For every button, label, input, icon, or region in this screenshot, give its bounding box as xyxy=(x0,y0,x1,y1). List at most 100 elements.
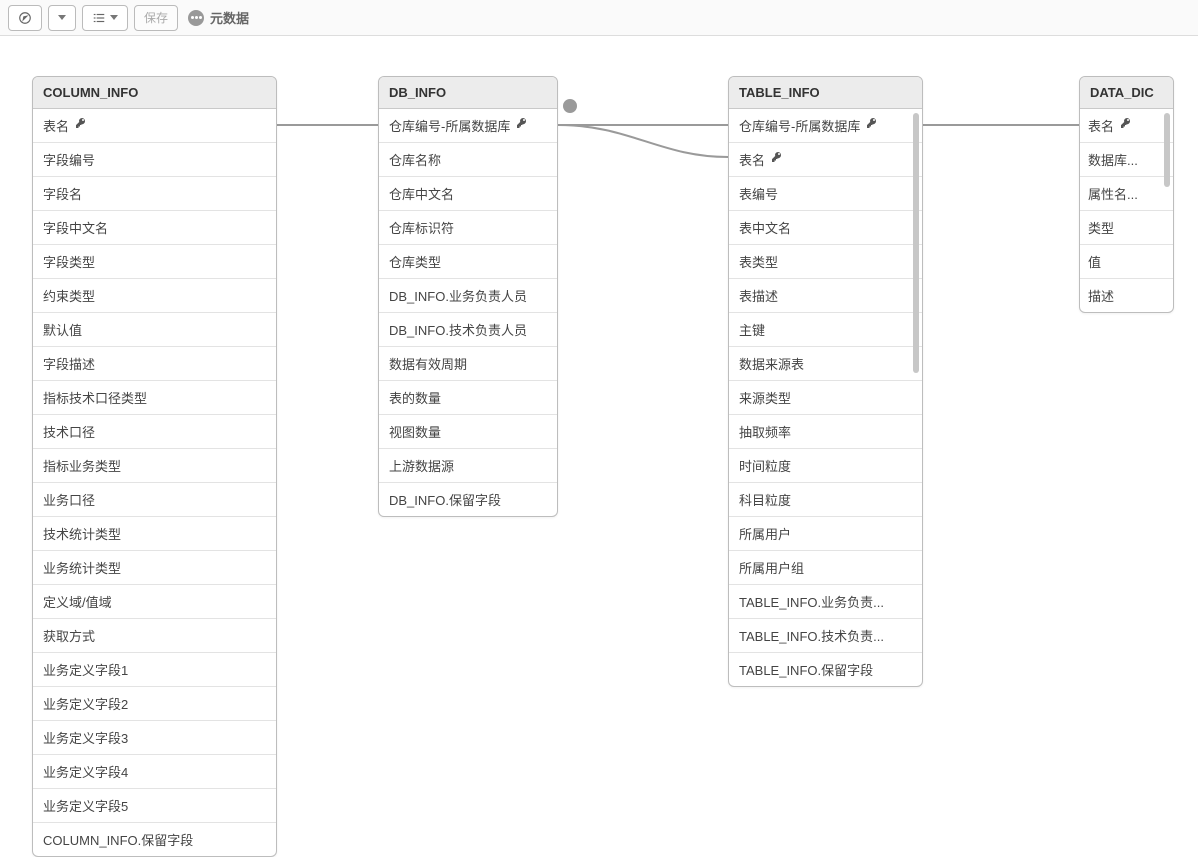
save-label: 保存 xyxy=(144,12,168,24)
column-row[interactable]: 业务定义字段3 xyxy=(33,721,276,755)
table-data-dic[interactable]: DATA_DIC 表名数据库... 属性名... 类型值描述 xyxy=(1079,76,1174,313)
column-row[interactable]: 业务定义字段4 xyxy=(33,755,276,789)
table-body: 仓库编号-所属数据库仓库名称仓库中文名仓库标识符仓库类型DB_INFO.业务负责… xyxy=(379,109,557,516)
column-row[interactable]: COLUMN_INFO.保留字段 xyxy=(33,823,276,856)
column-row[interactable]: 主键 xyxy=(729,313,922,347)
scroll-thumb[interactable] xyxy=(913,113,919,373)
column-label: 技术统计类型 xyxy=(43,524,121,543)
column-row[interactable]: 定义域/值域 xyxy=(33,585,276,619)
column-row[interactable]: 技术口径 xyxy=(33,415,276,449)
column-row[interactable]: 业务统计类型 xyxy=(33,551,276,585)
column-label: 表类型 xyxy=(739,252,778,271)
column-label: 类型 xyxy=(1088,218,1114,237)
column-label: 时间粒度 xyxy=(739,456,791,475)
column-label: 数据有效周期 xyxy=(389,354,467,373)
column-row[interactable]: 仓库编号-所属数据库 xyxy=(729,109,922,143)
column-label: 科目粒度 xyxy=(739,490,791,509)
column-row[interactable]: 数据有效周期 xyxy=(379,347,557,381)
key-icon xyxy=(75,117,87,132)
column-row[interactable]: 默认值 xyxy=(33,313,276,347)
table-header[interactable]: DATA_DIC xyxy=(1080,77,1173,109)
column-row[interactable]: 表名 xyxy=(1080,109,1173,143)
column-row[interactable]: 仓库名称 xyxy=(379,143,557,177)
column-row[interactable]: 指标业务类型 xyxy=(33,449,276,483)
column-label: 数据库... xyxy=(1088,150,1138,169)
column-row[interactable]: 数据来源表 xyxy=(729,347,922,381)
scrollbar[interactable] xyxy=(913,113,919,680)
column-row[interactable]: 值 xyxy=(1080,245,1173,279)
column-row[interactable]: TABLE_INFO.保留字段 xyxy=(729,653,922,686)
column-row[interactable]: 获取方式 xyxy=(33,619,276,653)
column-row[interactable]: 时间粒度 xyxy=(729,449,922,483)
column-row[interactable]: 类型 xyxy=(1080,211,1173,245)
table-body: 表名字段编号字段名字段中文名字段类型约束类型默认值字段描述指标技术口径类型技术口… xyxy=(33,109,276,856)
table-title: COLUMN_INFO xyxy=(43,85,138,100)
column-label: 业务定义字段4 xyxy=(43,762,128,781)
column-row[interactable]: 视图数量 xyxy=(379,415,557,449)
erd-canvas[interactable]: COLUMN_INFO 表名字段编号字段名字段中文名字段类型约束类型默认值字段描… xyxy=(0,36,1198,812)
column-row[interactable]: 指标技术口径类型 xyxy=(33,381,276,415)
column-label: 上游数据源 xyxy=(389,456,454,475)
table-column-info[interactable]: COLUMN_INFO 表名字段编号字段名字段中文名字段类型约束类型默认值字段描… xyxy=(32,76,277,857)
column-row[interactable]: 仓库编号-所属数据库 xyxy=(379,109,557,143)
column-row[interactable]: 仓库类型 xyxy=(379,245,557,279)
column-row[interactable]: 表中文名 xyxy=(729,211,922,245)
column-row[interactable]: 业务定义字段1 xyxy=(33,653,276,687)
table-header[interactable]: COLUMN_INFO xyxy=(33,77,276,109)
column-row[interactable]: 技术统计类型 xyxy=(33,517,276,551)
column-row[interactable]: 表的数量 xyxy=(379,381,557,415)
table-db-info[interactable]: DB_INFO 仓库编号-所属数据库仓库名称仓库中文名仓库标识符仓库类型DB_I… xyxy=(378,76,558,517)
column-row[interactable]: DB_INFO.技术负责人员 xyxy=(379,313,557,347)
table-header[interactable]: DB_INFO xyxy=(379,77,557,109)
column-row[interactable]: 所属用户组 xyxy=(729,551,922,585)
column-row[interactable]: 字段描述 xyxy=(33,347,276,381)
column-row[interactable]: 业务定义字段2 xyxy=(33,687,276,721)
list-dropdown[interactable] xyxy=(82,5,128,31)
column-row[interactable]: 数据库... xyxy=(1080,143,1173,177)
column-row[interactable]: 抽取频率 xyxy=(729,415,922,449)
key-icon xyxy=(516,117,528,132)
metadata-link[interactable]: 元数据 xyxy=(188,8,249,27)
column-label: 业务定义字段3 xyxy=(43,728,128,747)
column-row[interactable]: 表类型 xyxy=(729,245,922,279)
column-row[interactable]: 约束类型 xyxy=(33,279,276,313)
column-label: 表中文名 xyxy=(739,218,791,237)
column-row[interactable]: 上游数据源 xyxy=(379,449,557,483)
scrollbar[interactable] xyxy=(1164,113,1170,306)
column-row[interactable]: 描述 xyxy=(1080,279,1173,312)
column-row[interactable]: 仓库标识符 xyxy=(379,211,557,245)
column-row[interactable]: 来源类型 xyxy=(729,381,922,415)
column-label: TABLE_INFO.保留字段 xyxy=(739,660,873,679)
column-row[interactable]: 表名 xyxy=(33,109,276,143)
column-label: 数据来源表 xyxy=(739,354,804,373)
column-row[interactable]: 表名 xyxy=(729,143,922,177)
column-row[interactable]: 字段类型 xyxy=(33,245,276,279)
compass-dropdown[interactable] xyxy=(48,5,76,31)
column-row[interactable]: DB_INFO.业务负责人员 xyxy=(379,279,557,313)
column-row[interactable]: 仓库中文名 xyxy=(379,177,557,211)
compass-button[interactable] xyxy=(8,5,42,31)
column-row[interactable]: 所属用户 xyxy=(729,517,922,551)
column-row[interactable]: TABLE_INFO.技术负责... xyxy=(729,619,922,653)
column-row[interactable]: 科目粒度 xyxy=(729,483,922,517)
scroll-thumb[interactable] xyxy=(1164,113,1170,187)
column-label: 字段编号 xyxy=(43,150,95,169)
column-row[interactable]: 业务口径 xyxy=(33,483,276,517)
column-label: 表描述 xyxy=(739,286,778,305)
table-table-info[interactable]: TABLE_INFO 仓库编号-所属数据库表名表编号表中文名表类型表描述主键数据… xyxy=(728,76,923,687)
column-label: 业务定义字段1 xyxy=(43,660,128,679)
column-row[interactable]: 业务定义字段5 xyxy=(33,789,276,823)
column-row[interactable]: 字段中文名 xyxy=(33,211,276,245)
column-row[interactable]: 表描述 xyxy=(729,279,922,313)
column-row[interactable]: 字段编号 xyxy=(33,143,276,177)
column-row[interactable]: DB_INFO.保留字段 xyxy=(379,483,557,516)
column-row[interactable]: TABLE_INFO.业务负责... xyxy=(729,585,922,619)
column-label: 表编号 xyxy=(739,184,778,203)
column-row[interactable]: 属性名... xyxy=(1080,177,1173,211)
key-icon xyxy=(866,117,878,132)
column-row[interactable]: 字段名 xyxy=(33,177,276,211)
column-row[interactable]: 表编号 xyxy=(729,177,922,211)
table-header[interactable]: TABLE_INFO xyxy=(729,77,922,109)
metadata-label: 元数据 xyxy=(210,8,249,27)
save-button[interactable]: 保存 xyxy=(134,5,178,31)
